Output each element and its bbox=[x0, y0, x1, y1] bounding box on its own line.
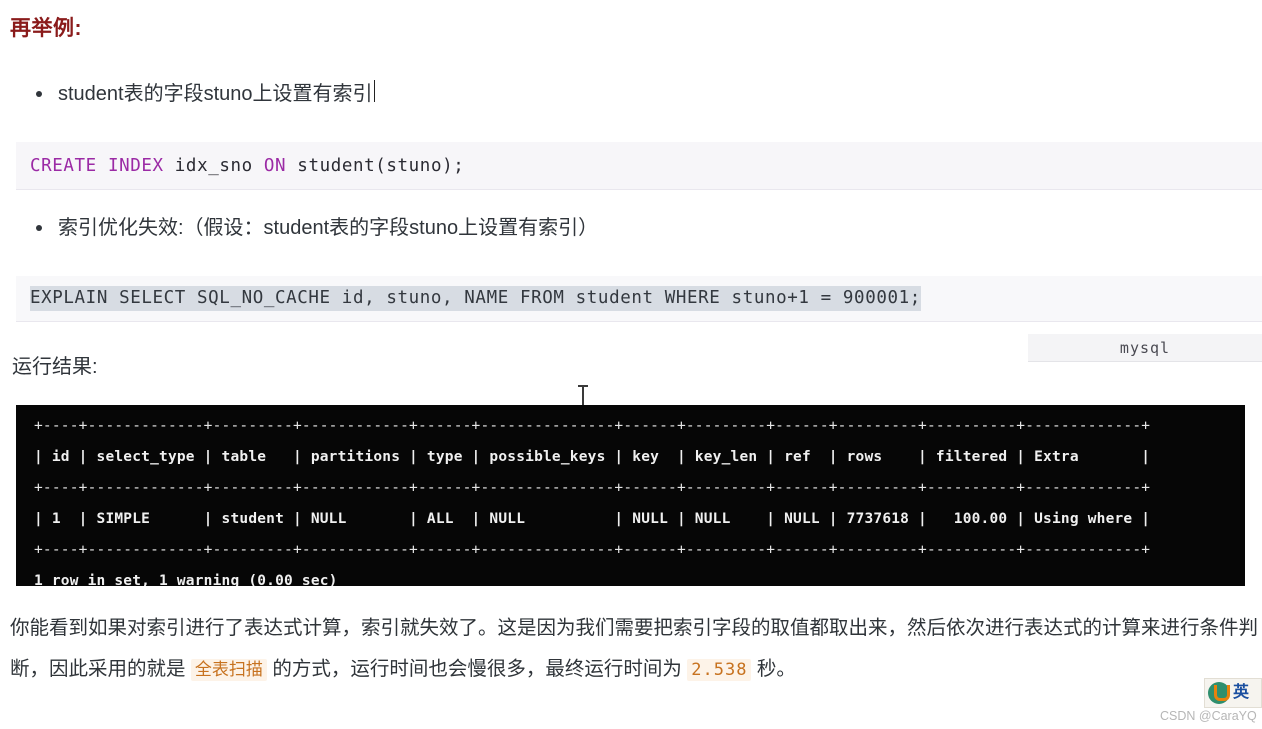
explanation-paragraph: 你能看到如果对索引进行了表达式计算，索引就失效了。这是因为我们需要把索引字段的取… bbox=[10, 608, 1258, 691]
sql-identifier-idxsno: idx_sno bbox=[163, 155, 264, 176]
terminal-status-line: 1 row in set, 1 warning (0.00 sec) bbox=[34, 573, 338, 586]
terminal-line: +----+-------------+---------+----------… bbox=[34, 418, 1151, 434]
section-heading: 再举例: bbox=[10, 17, 82, 40]
paragraph-part-2: 的方式，运行时间也会慢很多，最终运行时间为 bbox=[266, 658, 688, 680]
terminal-line: +----+-------------+---------+----------… bbox=[34, 480, 1151, 496]
sql-table-expr: student(stuno); bbox=[286, 155, 465, 176]
watermark-credit: CSDN @CaraYQ bbox=[1160, 709, 1257, 723]
terminal-output: +----+-------------+---------+----------… bbox=[16, 405, 1245, 586]
selected-sql-text: EXPLAIN SELECT SQL_NO_CACHE id, stuno, N… bbox=[30, 286, 921, 311]
text-caret bbox=[373, 80, 375, 102]
code-block-explain-select[interactable]: EXPLAIN SELECT SQL_NO_CACHE id, stuno, N… bbox=[16, 276, 1262, 322]
bullet-dot-icon bbox=[36, 225, 42, 231]
bullet-item-1: student表的字段stuno上设置有索引 bbox=[36, 80, 375, 108]
sql-keyword-create: CREATE bbox=[30, 155, 97, 176]
terminal-data-row: | 1 | SIMPLE | student | NULL | ALL | NU… bbox=[34, 511, 1151, 527]
result-label: 运行结果: bbox=[12, 356, 98, 378]
sql-keyword-on: ON bbox=[263, 155, 287, 176]
logo-ring-icon bbox=[1208, 682, 1230, 704]
code-language-tag[interactable]: mysql bbox=[1028, 334, 1262, 362]
sql-keyword-index: INDEX bbox=[107, 155, 164, 176]
bullet-item-2: 索引优化失效:（假设：student表的字段stuno上设置有索引） bbox=[36, 214, 598, 242]
text-cursor-icon bbox=[578, 385, 588, 407]
bullet-label-1: student表的字段stuno上设置有索引 bbox=[58, 83, 373, 105]
code-space-1 bbox=[97, 156, 108, 176]
terminal-header-row: | id | select_type | table | partitions … bbox=[34, 449, 1151, 465]
bullet-dot-icon bbox=[36, 91, 42, 97]
terminal-line: +----+-------------+---------+----------… bbox=[34, 542, 1151, 558]
inline-code-full-table-scan: 全表扫描 bbox=[190, 659, 267, 681]
watermark-logo-text: 英 bbox=[1233, 684, 1250, 701]
ibeam-stem bbox=[582, 387, 584, 405]
bullet-label-2: 索引优化失效:（假设：student表的字段stuno上设置有索引） bbox=[58, 217, 599, 239]
article-page: 再举例: student表的字段stuno上设置有索引 CREATE INDEX… bbox=[0, 0, 1262, 729]
watermark-logo: 英 bbox=[1204, 678, 1262, 708]
paragraph-part-3: 秒。 bbox=[751, 658, 796, 680]
ibeam-top-bar bbox=[578, 385, 588, 387]
inline-code-runtime-value: 2.538 bbox=[687, 659, 752, 681]
code-block-create-index[interactable]: CREATE INDEX idx_sno ON student(stuno); bbox=[16, 142, 1262, 190]
